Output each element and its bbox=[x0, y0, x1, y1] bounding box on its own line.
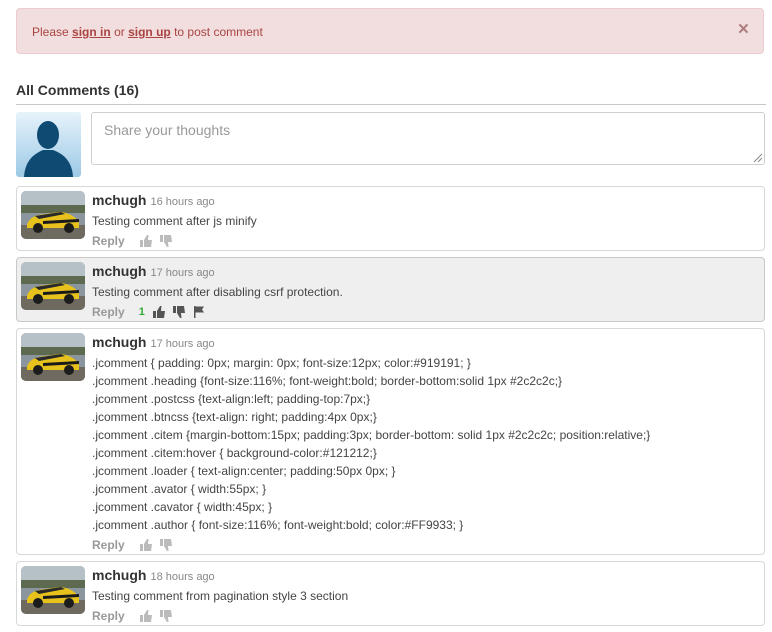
thumbs-down-icon[interactable] bbox=[159, 609, 173, 623]
comment-text-line: .jcomment .heading {font-size:116%; font… bbox=[92, 374, 563, 388]
thumbs-down-icon[interactable] bbox=[159, 538, 173, 552]
thumbs-up-icon[interactable] bbox=[139, 234, 153, 248]
comment-actions: Reply bbox=[92, 606, 756, 626]
thumbs-down-icon[interactable] bbox=[172, 305, 186, 319]
flag-icon[interactable] bbox=[192, 305, 206, 319]
resize-grip-icon[interactable] bbox=[752, 152, 763, 163]
commenter-avatar bbox=[21, 262, 85, 310]
comment-text-line: .jcomment .cavator { width:45px; } bbox=[92, 500, 273, 514]
comment-actions: Reply bbox=[92, 231, 756, 251]
comment-actions: Reply bbox=[92, 535, 756, 555]
comment-text-line: .jcomment .loader { text-align:center; p… bbox=[92, 464, 396, 478]
thumbs-up-icon[interactable] bbox=[139, 538, 153, 552]
comment-text-line: .jcomment .postcss {text-align:left; pad… bbox=[92, 392, 371, 406]
comment-input[interactable] bbox=[91, 112, 765, 165]
comment-text-line: .jcomment { padding: 0px; margin: 0px; f… bbox=[92, 356, 471, 370]
comment-text: Testing comment after disabling csrf pro… bbox=[92, 285, 343, 299]
comment-item: mchugh 17 hours ago .jcomment { padding: … bbox=[16, 328, 765, 555]
close-icon[interactable]: × bbox=[738, 20, 749, 40]
thumbs-up-icon[interactable] bbox=[152, 305, 166, 319]
reply-button[interactable]: Reply bbox=[92, 609, 125, 623]
comment-actions: Reply 1 bbox=[92, 302, 756, 322]
thumbs-up-icon[interactable] bbox=[139, 609, 153, 623]
sign-up-link[interactable]: sign up bbox=[128, 25, 171, 39]
alert-suffix: to post comment bbox=[174, 25, 263, 39]
commenter-avatar bbox=[21, 333, 85, 381]
user-avatar-icon bbox=[16, 112, 81, 177]
comment-text: Testing comment from pagination style 3 … bbox=[92, 589, 349, 603]
commenter-avatar bbox=[21, 191, 85, 239]
comment-text-line: .jcomment .btncss {text-align: right; pa… bbox=[92, 410, 377, 424]
comment-text: Testing comment after js minify bbox=[92, 214, 257, 228]
comment-author[interactable]: mchugh bbox=[92, 334, 146, 350]
comment-time: 16 hours ago bbox=[150, 196, 215, 208]
comments-heading: All Comments (16) bbox=[16, 82, 766, 105]
reply-button[interactable]: Reply bbox=[92, 305, 125, 319]
thumbs-down-icon[interactable] bbox=[159, 234, 173, 248]
alert-prefix: Please bbox=[32, 25, 69, 39]
comment-item: mchugh 16 hours ago Testing comment after… bbox=[16, 186, 765, 251]
sign-in-link[interactable]: sign in bbox=[72, 25, 111, 39]
comment-text-line: .jcomment .citem {margin-bottom:15px; pa… bbox=[92, 428, 651, 442]
alert-middle: or bbox=[114, 25, 125, 39]
comment-time: 17 hours ago bbox=[150, 267, 215, 279]
like-count: 1 bbox=[138, 306, 145, 318]
comment-item: mchugh 18 hours ago Testing comment from … bbox=[16, 561, 765, 626]
comment-text-line: .jcomment .avator { width:55px; } bbox=[92, 482, 267, 496]
commenter-avatar bbox=[21, 566, 85, 614]
comment-text-line: .jcomment .citem:hover { background-colo… bbox=[92, 446, 377, 460]
comment-author[interactable]: mchugh bbox=[92, 567, 146, 583]
signin-alert: Please sign in or sign up to post commen… bbox=[16, 8, 764, 54]
comment-author[interactable]: mchugh bbox=[92, 192, 146, 208]
alert-message: Please sign in or sign up to post commen… bbox=[32, 25, 263, 39]
comment-time: 17 hours ago bbox=[150, 338, 215, 350]
comment-author[interactable]: mchugh bbox=[92, 263, 146, 279]
comment-item: mchugh 17 hours ago Testing comment after… bbox=[16, 257, 765, 322]
comment-text-line: .jcomment .author { font-size:116%; font… bbox=[92, 518, 464, 532]
reply-button[interactable]: Reply bbox=[92, 538, 125, 552]
reply-button[interactable]: Reply bbox=[92, 234, 125, 248]
comment-time: 18 hours ago bbox=[150, 571, 215, 583]
